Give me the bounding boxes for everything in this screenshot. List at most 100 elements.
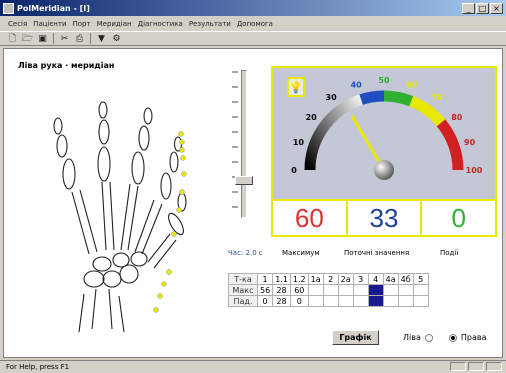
title-bar: PolMeridian - [I] _ □ × bbox=[0, 0, 506, 16]
table-column-header[interactable]: 2 bbox=[322, 273, 339, 285]
gauge-arc-green bbox=[383, 90, 414, 107]
table-column-header[interactable]: 4 bbox=[367, 273, 384, 285]
status-panel bbox=[468, 362, 484, 371]
table-cell[interactable] bbox=[397, 295, 414, 307]
gauge-scale-label: 40 bbox=[351, 80, 363, 89]
table-column-header[interactable]: 4б bbox=[397, 273, 414, 285]
status-panel bbox=[486, 362, 502, 371]
new-icon[interactable]: 🗋 bbox=[6, 33, 19, 45]
hand-skeleton-image bbox=[53, 101, 187, 333]
table-cell[interactable] bbox=[367, 284, 384, 296]
menu-port[interactable]: Порт bbox=[73, 20, 91, 28]
gauge-scale-label: 60 bbox=[406, 80, 418, 89]
menu-bar: Сесія Пацієнти Порт Меридіан Діагностика… bbox=[0, 17, 506, 30]
table-column-header[interactable]: 1 bbox=[256, 273, 274, 285]
maximum-readout: 60 bbox=[273, 201, 348, 235]
gauge-arc-grey bbox=[304, 94, 363, 171]
left-radio[interactable] bbox=[424, 333, 433, 342]
events-readout: 0 bbox=[451, 202, 466, 233]
settings-icon[interactable]: ⚙ bbox=[110, 33, 123, 45]
toolbar-separator bbox=[53, 33, 54, 44]
window-title: PolMeridian - [I] bbox=[17, 3, 90, 13]
table-cell[interactable] bbox=[337, 295, 354, 307]
save-icon[interactable]: ▣ bbox=[36, 33, 49, 45]
readouts-panel: 60 33 0 bbox=[271, 199, 497, 237]
table-cell[interactable] bbox=[367, 295, 384, 307]
current-readout: 33 bbox=[348, 201, 423, 235]
menu-diagnostics[interactable]: Діагностика bbox=[138, 20, 183, 28]
status-panel bbox=[450, 362, 466, 371]
sensitivity-slider-thumb[interactable] bbox=[235, 176, 253, 185]
left-radio-label: Ліва bbox=[403, 333, 421, 342]
table-cell[interactable]: 0 bbox=[289, 295, 309, 307]
sensitivity-slider-track[interactable] bbox=[241, 70, 247, 218]
table-cell[interactable] bbox=[382, 295, 399, 307]
open-icon[interactable]: 🗁 bbox=[21, 33, 34, 45]
table-cell[interactable] bbox=[322, 295, 339, 307]
graph-button[interactable]: Графік bbox=[332, 330, 379, 345]
table-column-header[interactable]: 1.2 bbox=[289, 273, 309, 285]
table-cell[interactable]: 60 bbox=[289, 284, 309, 296]
current-values-label: Поточні значення bbox=[344, 249, 410, 257]
toolbar: 🗋 🗁 ▣ ✂ ⎙ ▼ ⚙ bbox=[0, 31, 506, 46]
table-cell[interactable]: 28 bbox=[272, 284, 291, 296]
app-icon bbox=[3, 2, 14, 14]
status-panels bbox=[450, 362, 502, 371]
table-cell[interactable] bbox=[337, 284, 354, 296]
table-column-header[interactable]: 4a bbox=[382, 273, 399, 285]
table-cell[interactable] bbox=[397, 284, 414, 296]
gauge-scale-label: 30 bbox=[326, 93, 338, 102]
right-radio[interactable] bbox=[448, 333, 457, 342]
table-cell[interactable] bbox=[412, 284, 429, 296]
table-header-label: Т-ка bbox=[228, 273, 258, 285]
gauge-scale-label: 0 bbox=[291, 166, 297, 175]
menu-session[interactable]: Сесія bbox=[8, 20, 27, 28]
gauge-scale-label: 70 bbox=[431, 93, 443, 102]
close-button[interactable]: × bbox=[490, 2, 503, 14]
table-cell[interactable] bbox=[412, 295, 429, 307]
hand-side-radio-group: Ліва Права bbox=[403, 333, 486, 342]
gauge-scale-label: 20 bbox=[306, 113, 318, 122]
gauge-scale-label: 90 bbox=[464, 138, 476, 147]
cut-icon[interactable]: ✂ bbox=[58, 33, 71, 45]
gauge-scale-label: 50 bbox=[378, 76, 390, 85]
minimize-button[interactable]: _ bbox=[462, 2, 475, 14]
table-row-label: Макс bbox=[228, 284, 258, 296]
print-icon[interactable]: ⎙ bbox=[73, 33, 86, 45]
status-bar: For Help, press F1 bbox=[0, 360, 506, 373]
table-cell[interactable]: 28 bbox=[272, 295, 291, 307]
lightbulb-icon[interactable]: 💡 bbox=[287, 77, 305, 97]
table-cell[interactable] bbox=[352, 295, 369, 307]
table-column-header[interactable]: 1a bbox=[307, 273, 324, 285]
time-label: Час: 2.0 с bbox=[228, 249, 263, 257]
table-cell[interactable]: 56 bbox=[256, 284, 274, 296]
menu-meridian[interactable]: Меридіан bbox=[97, 20, 132, 28]
maximum-label: Максимум bbox=[282, 249, 320, 257]
toolbar-separator bbox=[90, 33, 91, 44]
gauge-arc-blue bbox=[359, 90, 385, 105]
table-cell[interactable] bbox=[322, 284, 339, 296]
filter-icon[interactable]: ▼ bbox=[95, 33, 108, 45]
slider-ticks bbox=[232, 71, 238, 208]
menu-patients[interactable]: Пацієнти bbox=[33, 20, 66, 28]
gauge-arc-yellow bbox=[409, 96, 446, 127]
table-column-header[interactable]: 3 bbox=[352, 273, 369, 285]
maximize-button[interactable]: □ bbox=[476, 2, 489, 14]
table-cell[interactable] bbox=[307, 284, 324, 296]
readout-labels: Час: 2.0 с Максимум Поточні значення Под… bbox=[228, 249, 498, 261]
table-column-header[interactable]: 2a bbox=[337, 273, 354, 285]
table-cell[interactable] bbox=[307, 295, 324, 307]
table-column-header[interactable]: 1.1 bbox=[272, 273, 291, 285]
events-label: Події bbox=[440, 249, 459, 257]
gauge-scale-label: 80 bbox=[451, 113, 463, 122]
table-row: Макс 56 28 60 bbox=[228, 284, 429, 296]
table-cell[interactable]: 0 bbox=[256, 295, 274, 307]
menu-help[interactable]: Допомога bbox=[237, 20, 273, 28]
table-cell[interactable] bbox=[382, 284, 399, 296]
right-radio-label: Права bbox=[460, 333, 487, 342]
status-text: For Help, press F1 bbox=[6, 363, 70, 371]
table-cell[interactable] bbox=[352, 284, 369, 296]
table-row: Пад. 0 28 0 bbox=[228, 295, 429, 307]
menu-results[interactable]: Результати bbox=[189, 20, 231, 28]
table-column-header[interactable]: 5 bbox=[412, 273, 429, 285]
